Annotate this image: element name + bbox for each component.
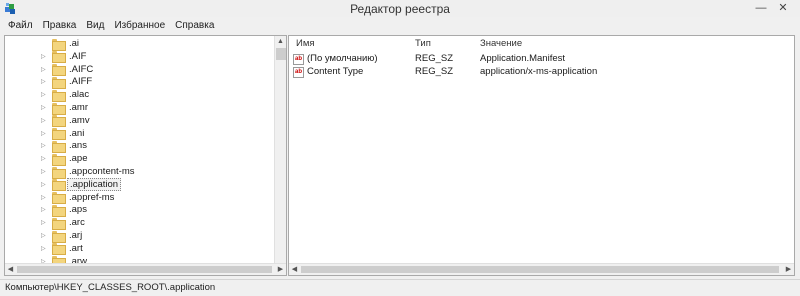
- status-bar-path: Компьютер\HKEY_CLASSES_ROOT\.application: [0, 279, 800, 296]
- expand-arrow-icon[interactable]: ▷: [41, 66, 48, 73]
- folder-icon: [52, 76, 66, 89]
- folder-icon: [52, 166, 66, 179]
- folder-icon: [52, 128, 66, 141]
- tree-node-label[interactable]: .AIF: [67, 51, 88, 62]
- expand-arrow-icon[interactable]: ▷: [41, 194, 48, 201]
- tree-horizontal-scroll-thumb[interactable]: [17, 266, 272, 273]
- column-header-value[interactable]: Значение: [480, 38, 522, 49]
- value-name-cell: Content Type: [307, 66, 364, 77]
- folder-icon: [52, 64, 66, 77]
- title-bar: Редактор реестра — ✕: [0, 0, 800, 17]
- menu-favorites[interactable]: Избранное: [109, 20, 170, 31]
- tree-node-label[interactable]: .ans: [67, 140, 89, 151]
- expand-arrow-icon[interactable]: ▷: [41, 91, 48, 98]
- tree-node-label[interactable]: .amv: [67, 115, 92, 126]
- value-type-cell: REG_SZ: [415, 53, 454, 64]
- folder-icon: [52, 89, 66, 102]
- expand-arrow-icon[interactable]: ▷: [41, 130, 48, 137]
- value-value-cell: application/x-ms-application: [480, 66, 598, 77]
- scroll-left-icon[interactable]: ◀: [5, 264, 16, 275]
- expand-arrow-icon[interactable]: ▷: [41, 53, 48, 60]
- menu-file[interactable]: Файл: [3, 20, 38, 31]
- value-type-cell: REG_SZ: [415, 66, 454, 77]
- tree-node-label[interactable]: .art: [67, 243, 85, 254]
- tree-node-label[interactable]: .ai: [67, 38, 81, 49]
- window-title: Редактор реестра: [350, 2, 450, 16]
- scroll-left-icon[interactable]: ◀: [289, 264, 300, 275]
- expand-arrow-icon[interactable]: ▷: [41, 206, 48, 213]
- tree-vertical-scroll-thumb[interactable]: [276, 48, 286, 60]
- list-horizontal-scrollbar[interactable]: ◀ ▶: [289, 263, 794, 275]
- tree-node-label[interactable]: .alac: [67, 89, 91, 100]
- column-header-name[interactable]: Имя: [296, 38, 315, 49]
- registry-tree: .ai ▷ .AIF ▷ .AIFC ▷ .AIFF ▷ .alac ▷ .amr ▷ .amv ▷ .an…: [5, 36, 274, 264]
- list-horizontal-scroll-thumb[interactable]: [301, 266, 779, 273]
- scroll-right-icon[interactable]: ▶: [275, 264, 286, 275]
- window-controls: — ✕: [750, 2, 794, 15]
- folder-icon: [52, 243, 66, 256]
- tree-node-label[interactable]: .aps: [67, 204, 89, 215]
- folder-icon: [52, 230, 66, 243]
- values-list-pane: Имя Тип Значение ab (По умолчанию) REG_SZ A…: [288, 35, 795, 276]
- tree-horizontal-scrollbar[interactable]: ◀ ▶: [5, 263, 286, 275]
- tree-node-label[interactable]: .appref-ms: [67, 192, 116, 203]
- tree-node-label[interactable]: .ape: [67, 153, 90, 164]
- tree-node-label[interactable]: .appcontent-ms: [67, 166, 136, 177]
- minimize-button[interactable]: —: [750, 2, 772, 15]
- tree-node-label[interactable]: .arc: [67, 217, 87, 228]
- expand-arrow-icon[interactable]: ▷: [41, 181, 48, 188]
- tree-node-label[interactable]: .ani: [67, 128, 86, 139]
- folder-icon: [52, 192, 66, 205]
- tree-node-label[interactable]: .AIFF: [67, 76, 94, 87]
- menu-view[interactable]: Вид: [81, 20, 109, 31]
- expand-arrow-icon[interactable]: ▷: [41, 78, 48, 85]
- tree-node-label[interactable]: .application: [67, 177, 122, 191]
- value-row[interactable]: ab Content Type REG_SZ application/x-ms-app…: [293, 66, 783, 79]
- expand-arrow-icon[interactable]: ▷: [41, 104, 48, 111]
- value-value-cell: Application.Manifest: [480, 53, 566, 64]
- expand-arrow-icon[interactable]: ▷: [41, 232, 48, 239]
- folder-icon: [52, 140, 66, 153]
- expand-arrow-icon[interactable]: ▷: [41, 219, 48, 226]
- folder-icon: [52, 217, 66, 230]
- value-row[interactable]: ab (По умолчанию) REG_SZ Application.Manife…: [293, 53, 783, 66]
- value-name-cell: (По умолчанию): [307, 53, 378, 64]
- folder-icon: [52, 38, 66, 51]
- tree-node-label[interactable]: .arj: [67, 230, 84, 241]
- tree-node-label[interactable]: .AIFC: [67, 64, 95, 75]
- expand-arrow-icon[interactable]: ▷: [41, 117, 48, 124]
- folder-icon: [52, 115, 66, 128]
- folder-icon: [52, 51, 66, 64]
- scroll-up-icon[interactable]: ▲: [275, 36, 286, 47]
- expand-arrow-icon[interactable]: ▷: [41, 245, 48, 252]
- folder-icon: [52, 179, 66, 192]
- tree-vertical-scrollbar[interactable]: ▲: [274, 36, 286, 264]
- expand-arrow-icon[interactable]: ▷: [41, 155, 48, 162]
- expand-arrow-icon[interactable]: ▷: [41, 142, 48, 149]
- folder-icon: [52, 102, 66, 115]
- expand-arrow-icon[interactable]: ▷: [41, 168, 48, 175]
- menu-help[interactable]: Справка: [170, 20, 219, 31]
- menu-edit[interactable]: Правка: [38, 20, 82, 31]
- folder-icon: [52, 204, 66, 217]
- string-value-icon: ab: [293, 67, 304, 78]
- folder-icon: [52, 153, 66, 166]
- column-header-type[interactable]: Тип: [415, 38, 431, 49]
- scroll-right-icon[interactable]: ▶: [783, 264, 794, 275]
- menu-bar: Файл Правка Вид Избранное Справка: [0, 17, 800, 34]
- registry-tree-pane: .ai ▷ .AIF ▷ .AIFC ▷ .AIFF ▷ .alac ▷ .amr ▷ .amv ▷ .an…: [4, 35, 287, 276]
- tree-node-label[interactable]: .amr: [67, 102, 90, 113]
- string-value-icon: ab: [293, 54, 304, 65]
- close-button[interactable]: ✕: [772, 2, 794, 15]
